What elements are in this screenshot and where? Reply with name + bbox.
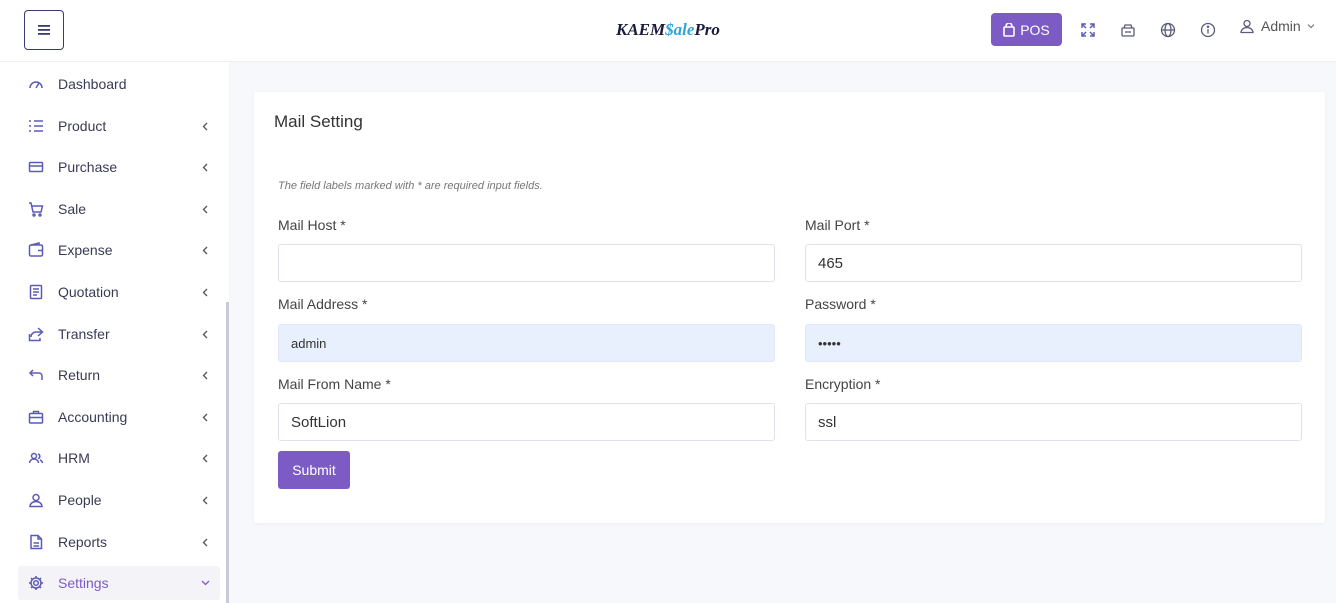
- brand-part-3: Pro: [694, 20, 720, 39]
- sidebar-item-label: Expense: [58, 242, 113, 258]
- chevron-left-icon: [202, 538, 208, 546]
- basket-icon: [1121, 24, 1135, 37]
- sidebar-item-label: Reports: [58, 534, 108, 550]
- brand-part-1: KAEM: [616, 20, 666, 39]
- sidebar-item-label: Quotation: [58, 284, 119, 300]
- mail-port-label: Mail Port *: [805, 217, 870, 233]
- page-title: Mail Setting: [274, 112, 363, 131]
- mail-address-input[interactable]: [278, 324, 775, 362]
- user-icon: [29, 493, 43, 508]
- encryption-input[interactable]: [805, 403, 1302, 441]
- chevron-left-icon: [202, 330, 208, 338]
- hamburger-icon: [38, 25, 50, 35]
- sidebar-item-label: Sale: [58, 201, 87, 217]
- users-icon: [28, 452, 44, 464]
- sidebar-item-product[interactable]: Product: [18, 109, 220, 143]
- pos-button[interactable]: POS: [991, 13, 1062, 46]
- globe-icon: [1160, 22, 1176, 38]
- sidebar-item-hrm[interactable]: HRM: [18, 441, 220, 475]
- brand-logo[interactable]: KAEM$alePro: [616, 20, 720, 40]
- sidebar-item-label: HRM: [58, 450, 90, 466]
- chevron-down-icon: [1307, 24, 1315, 29]
- fullscreen-button[interactable]: [1078, 20, 1098, 40]
- sidebar-item-accounting[interactable]: Accounting: [18, 400, 220, 434]
- chevron-left-icon: [202, 288, 208, 296]
- password-label: Password *: [805, 296, 876, 312]
- scrollbar-thumb[interactable]: [226, 302, 229, 603]
- sidebar-item-label: People: [58, 492, 102, 508]
- share-icon: [28, 327, 44, 342]
- shopping-bag-icon: [1003, 22, 1016, 37]
- list-icon: [29, 120, 43, 132]
- sidebar-item-label: Product: [58, 118, 107, 134]
- sidebar-item-label: Return: [58, 367, 101, 383]
- language-button[interactable]: [1158, 20, 1178, 40]
- pos-label: POS: [1020, 21, 1050, 38]
- top-header: KAEM$alePro POS Admin: [0, 0, 1336, 62]
- mail-port-input[interactable]: [805, 244, 1302, 282]
- chevron-left-icon: [202, 496, 208, 504]
- chevron-left-icon: [202, 371, 208, 379]
- mail-from-name-label: Mail From Name *: [278, 376, 391, 392]
- mail-from-name-input[interactable]: [278, 403, 775, 441]
- sidebar-item-quotation[interactable]: Quotation: [18, 275, 220, 309]
- return-icon: [28, 369, 43, 380]
- submit-button[interactable]: Submit: [278, 451, 350, 489]
- document-icon: [29, 284, 43, 300]
- chevron-down-icon: [201, 580, 209, 586]
- chevron-left-icon: [202, 122, 208, 130]
- menu-toggle-button[interactable]: [24, 10, 64, 50]
- card-icon: [28, 161, 44, 173]
- sidebar-item-label: Settings: [58, 575, 109, 591]
- sidebar-item-dashboard[interactable]: Dashboard: [18, 67, 220, 101]
- sidebar-item-label: Purchase: [58, 159, 118, 175]
- cart-icon: [29, 202, 44, 217]
- info-button[interactable]: [1198, 20, 1218, 40]
- sidebar-item-return[interactable]: Return: [18, 358, 220, 392]
- password-input[interactable]: [805, 324, 1302, 362]
- file-icon: [30, 534, 43, 550]
- sidebar-item-label: Dashboard: [58, 76, 127, 92]
- sidebar-item-people[interactable]: People: [18, 483, 220, 517]
- sidebar-item-reports[interactable]: Reports: [18, 525, 220, 559]
- sidebar-item-settings[interactable]: Settings: [18, 566, 220, 600]
- chevron-left-icon: [202, 454, 208, 462]
- dashboard-icon: [29, 81, 43, 89]
- chevron-left-icon: [202, 246, 208, 254]
- wallet-icon: [28, 242, 44, 257]
- mail-address-label: Mail Address *: [278, 296, 368, 312]
- sidebar-item-expense[interactable]: Expense: [18, 233, 220, 267]
- user-icon: [1240, 19, 1254, 34]
- sidebar-item-label: Transfer: [58, 326, 110, 342]
- sidebar-scrollbar[interactable]: [226, 62, 229, 603]
- expand-icon: [1081, 23, 1095, 37]
- sidebar: Dashboard Product Purchase Sale Expense …: [0, 62, 226, 603]
- encryption-label: Encryption *: [805, 376, 881, 392]
- required-fields-note: The field labels marked with * are requi…: [278, 180, 543, 192]
- chevron-left-icon: [202, 413, 208, 421]
- gear-icon: [29, 576, 43, 590]
- cash-register-button[interactable]: [1118, 20, 1138, 40]
- sidebar-item-purchase[interactable]: Purchase: [18, 150, 220, 184]
- chevron-left-icon: [202, 205, 208, 213]
- brand-part-2: $ale: [665, 20, 695, 39]
- sidebar-item-transfer[interactable]: Transfer: [18, 317, 220, 351]
- mail-host-input[interactable]: [278, 244, 775, 282]
- info-icon: [1200, 22, 1216, 38]
- mail-host-label: Mail Host *: [278, 217, 346, 233]
- sidebar-item-sale[interactable]: Sale: [18, 192, 220, 226]
- briefcase-icon: [28, 410, 44, 424]
- chevron-left-icon: [202, 163, 208, 171]
- user-name: Admin: [1261, 18, 1301, 34]
- sidebar-item-label: Accounting: [58, 409, 128, 425]
- mail-setting-card: Mail Setting The field labels marked wit…: [254, 92, 1325, 523]
- user-menu[interactable]: Admin: [1239, 18, 1315, 34]
